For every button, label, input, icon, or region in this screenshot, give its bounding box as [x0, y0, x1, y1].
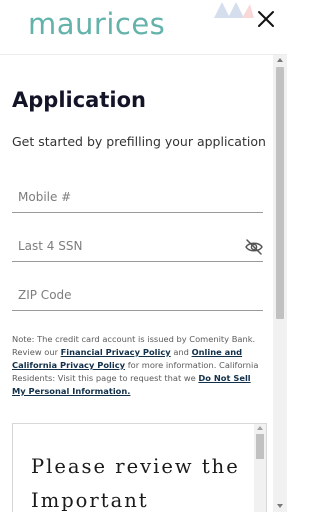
- note-text: and: [170, 347, 192, 357]
- terms-box[interactable]: Please review the Important: [12, 423, 267, 512]
- scroll-down-arrow-icon[interactable]: [277, 504, 283, 508]
- header: maurices: [0, 0, 287, 55]
- zip-input[interactable]: [18, 286, 238, 304]
- privacy-note: Note: The credit card account is issued …: [12, 333, 266, 398]
- terms-scrollbar[interactable]: [254, 424, 266, 512]
- zip-field: [12, 280, 263, 311]
- ssn-input[interactable]: [18, 237, 238, 255]
- terms-preview-text: Please review the Important: [31, 455, 240, 512]
- page-title: Application: [12, 88, 146, 112]
- mobile-input[interactable]: [18, 188, 238, 206]
- scroll-up-arrow-icon[interactable]: [277, 58, 283, 62]
- maurices-logo: maurices: [28, 7, 166, 41]
- page-scroll-thumb[interactable]: [276, 67, 284, 319]
- ssn-field: [12, 231, 263, 262]
- subtitle: Get started by prefilling your applicati…: [12, 134, 266, 149]
- scroll-up-arrow-icon[interactable]: [257, 426, 263, 430]
- page-scrollbar[interactable]: [273, 55, 287, 512]
- eye-slash-icon[interactable]: [245, 239, 263, 255]
- close-icon[interactable]: [256, 9, 276, 29]
- mobile-field: [12, 182, 263, 213]
- terms-scroll-thumb[interactable]: [256, 434, 264, 459]
- financial-privacy-link[interactable]: Financial Privacy Policy: [61, 347, 171, 357]
- application-form: Application Get started by prefilling yo…: [0, 55, 273, 512]
- watermark-logo: [214, 2, 254, 18]
